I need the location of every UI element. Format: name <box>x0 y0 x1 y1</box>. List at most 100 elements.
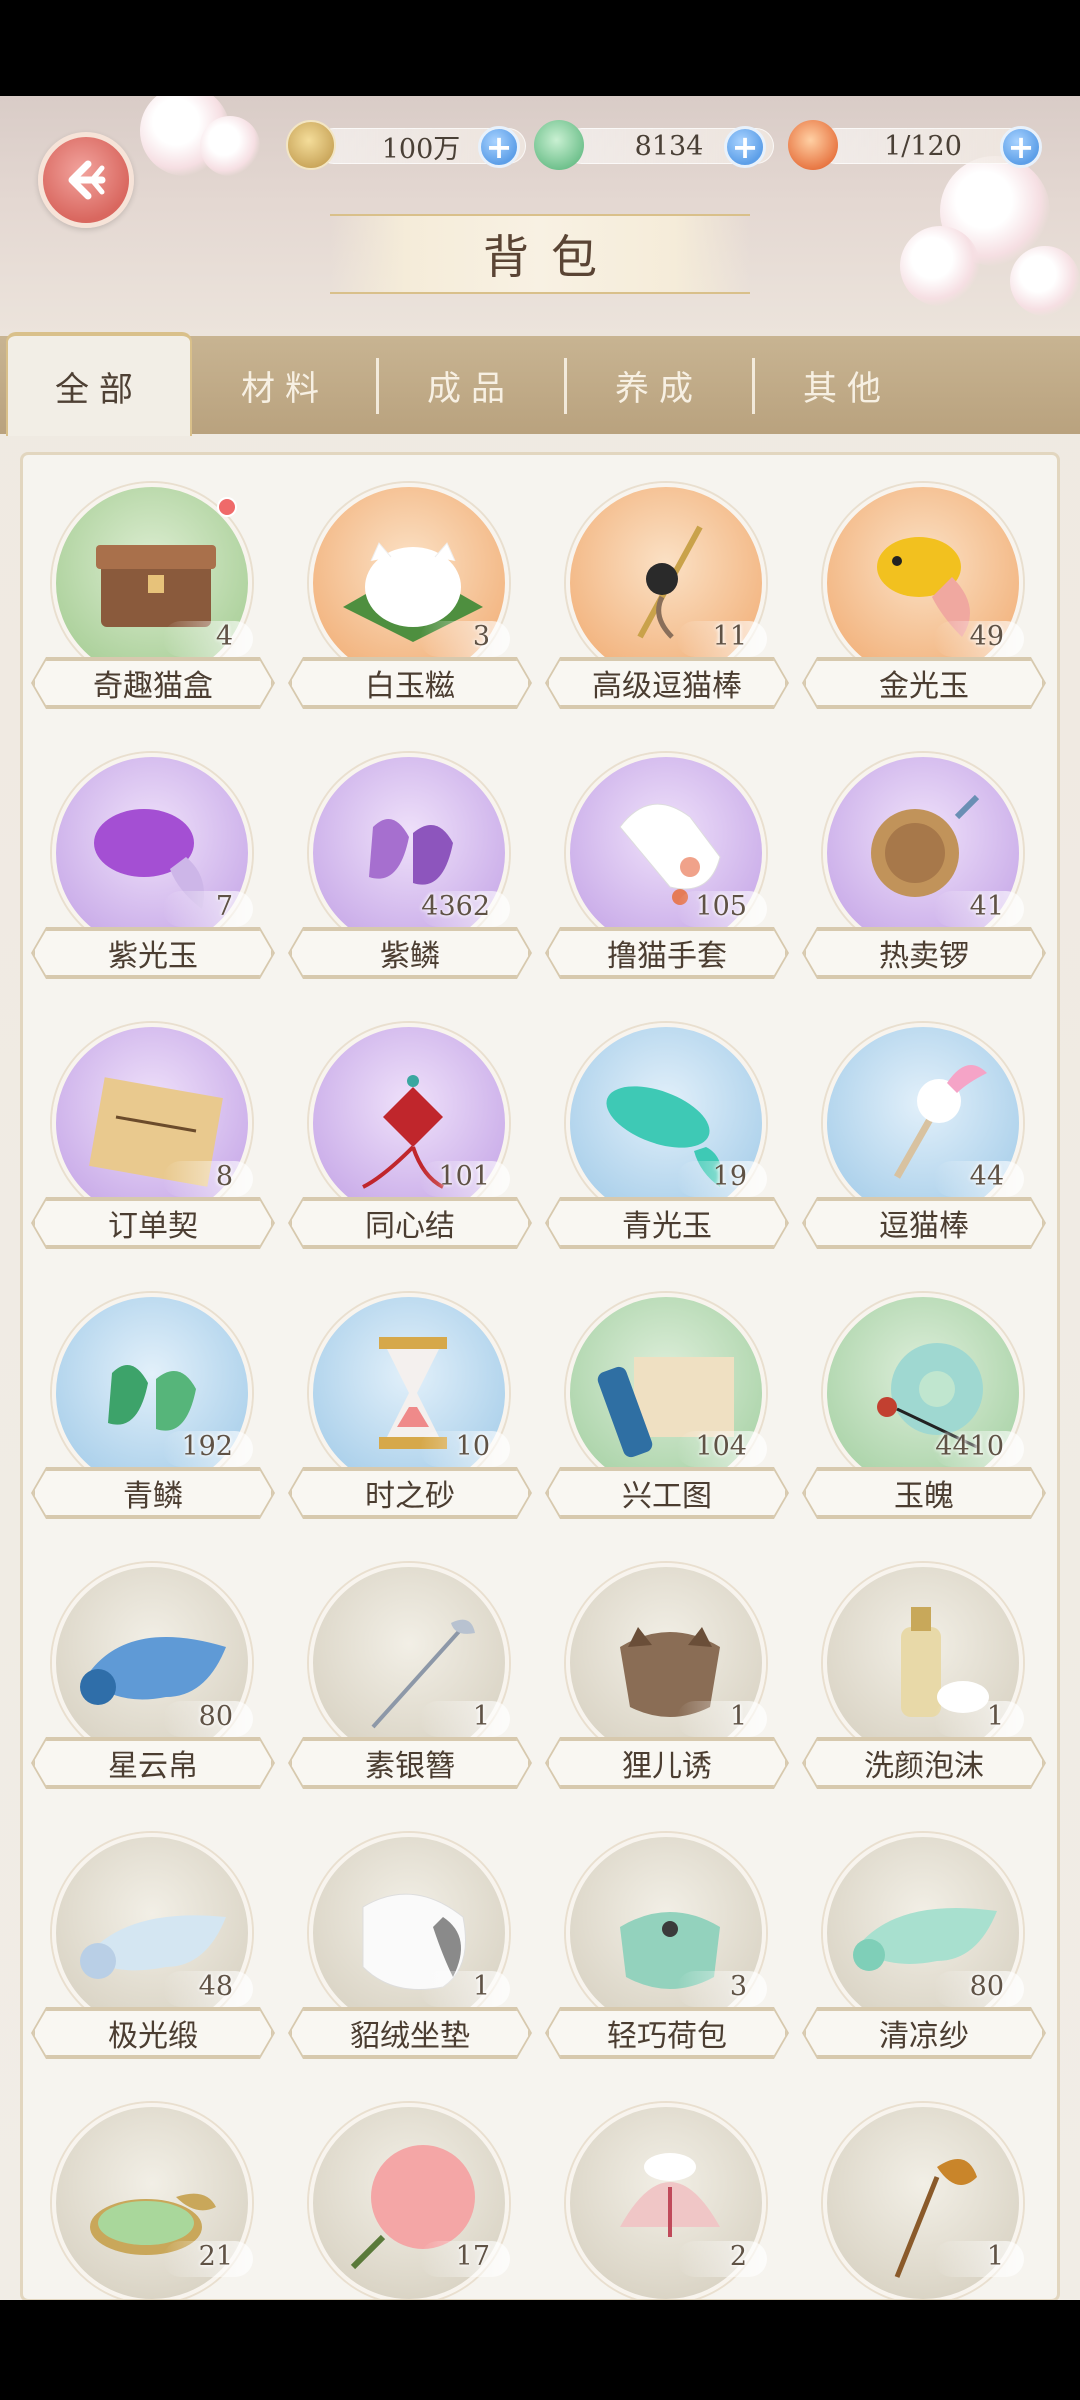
item-count: 1 <box>986 2241 1004 2272</box>
back-button[interactable] <box>38 132 134 228</box>
inventory-item[interactable]: 1 狸儿诱 <box>547 1563 787 1793</box>
inventory-item[interactable]: 105 撸猫手套 <box>547 753 787 983</box>
tab-materials[interactable]: 材料 <box>192 336 378 434</box>
count-backdrop <box>934 1701 1024 1737</box>
item-count: 80 <box>969 1971 1004 2002</box>
item-name: 时之砂 <box>290 1469 530 1517</box>
item-name: 白玉糍 <box>290 659 530 707</box>
arrow-left-icon <box>68 160 106 200</box>
inventory-item[interactable]: 19 青光玉 <box>547 1023 787 1253</box>
item-name: 订单契 <box>33 1199 273 1247</box>
paw-coin-icon <box>286 120 336 170</box>
item-count: 44 <box>969 1161 1004 1192</box>
inventory-item[interactable]: 3 白玉糍 <box>290 483 530 713</box>
inventory-item[interactable]: 8 订单契 <box>33 1023 273 1253</box>
status-bar <box>0 0 1080 96</box>
count-backdrop <box>163 1161 253 1197</box>
item-count: 80 <box>198 1701 233 1732</box>
new-badge-dot <box>217 497 237 517</box>
inventory-item[interactable]: 44 逗猫棒 <box>804 1023 1044 1253</box>
item-count: 3 <box>729 1971 747 2002</box>
item-name: 同心结 <box>290 1199 530 1247</box>
count-backdrop <box>420 1971 510 2007</box>
item-name: 奇趣猫盒 <box>33 659 273 707</box>
inventory-item[interactable]: 4 奇趣猫盒 <box>33 483 273 713</box>
item-name: 星云帛 <box>33 1739 273 1787</box>
inventory-item[interactable]: 1 貂绒坐垫 <box>290 1833 530 2063</box>
item-name: 撸猫手套 <box>547 929 787 977</box>
page-title-plate: 背包 <box>330 214 750 294</box>
stamina-amount: 1/120 <box>818 128 1028 164</box>
tab-nurture[interactable]: 养成 <box>566 336 752 434</box>
add-stamina-button[interactable]: + <box>1000 126 1042 168</box>
item-name: 青鳞 <box>33 1469 273 1517</box>
inventory-item[interactable]: 3 轻巧荷包 <box>547 1833 787 2063</box>
inventory-item[interactable]: 41 热卖锣 <box>804 753 1044 983</box>
inventory-item[interactable]: 1 洗颜泡沫 <box>804 1563 1044 1793</box>
inventory-item[interactable]: 17 <box>290 2103 530 2299</box>
inventory-item[interactable]: 10 时之砂 <box>290 1293 530 1523</box>
count-backdrop <box>163 621 253 657</box>
item-count: 192 <box>181 1431 233 1462</box>
tab-other[interactable]: 其他 <box>754 336 940 434</box>
item-name: 轻巧荷包 <box>547 2009 787 2057</box>
item-name: 狸儿诱 <box>547 1739 787 1787</box>
count-backdrop <box>420 621 510 657</box>
inventory-item[interactable]: 80 清凉纱 <box>804 1833 1044 2063</box>
page-title: 背包 <box>483 230 619 284</box>
item-count: 1 <box>472 1701 490 1732</box>
item-count: 4 <box>215 621 233 652</box>
inventory-item[interactable]: 192 青鳞 <box>33 1293 273 1523</box>
inventory-item[interactable]: 4362 紫鳞 <box>290 753 530 983</box>
item-count: 11 <box>712 621 747 652</box>
inventory-item[interactable]: 104 兴工图 <box>547 1293 787 1523</box>
item-count: 1 <box>986 1701 1004 1732</box>
item-name: 清凉纱 <box>804 2009 1044 2057</box>
blossom-decoration <box>200 116 260 176</box>
inventory-item[interactable]: 1 素银簪 <box>290 1563 530 1793</box>
item-count: 105 <box>695 891 747 922</box>
add-gem-button[interactable]: + <box>724 126 766 168</box>
item-name: 紫光玉 <box>33 929 273 977</box>
item-count: 48 <box>198 1971 233 2002</box>
count-backdrop <box>934 2241 1024 2277</box>
inventory-item[interactable]: 48 极光缎 <box>33 1833 273 2063</box>
item-name: 高级逗猫棒 <box>547 659 787 707</box>
tab-products[interactable]: 成品 <box>378 336 564 434</box>
item-count: 21 <box>198 2241 233 2272</box>
count-backdrop <box>677 2241 767 2277</box>
tab-all[interactable]: 全部 <box>6 332 192 436</box>
inventory-item[interactable]: 1 <box>804 2103 1044 2299</box>
item-count: 1 <box>472 1971 490 2002</box>
item-count: 104 <box>695 1431 747 1462</box>
green-gem-icon <box>534 120 584 170</box>
inventory-item[interactable]: 21 <box>33 2103 273 2299</box>
item-count: 2 <box>729 2241 747 2272</box>
item-count: 19 <box>712 1161 747 1192</box>
inventory-item[interactable]: 49 金光玉 <box>804 483 1044 713</box>
inventory-item[interactable]: 7 紫光玉 <box>33 753 273 983</box>
inventory-item[interactable]: 101 同心结 <box>290 1023 530 1253</box>
item-count: 17 <box>455 2241 490 2272</box>
inventory-item[interactable]: 4410 玉魄 <box>804 1293 1044 1523</box>
item-name: 洗颜泡沫 <box>804 1739 1044 1787</box>
inventory-item[interactable]: 2 <box>547 2103 787 2299</box>
item-count: 1 <box>729 1701 747 1732</box>
inventory-screen: 100万 + 8134 + 1/120 + 背包 全部 材料 成品 养成 其他 … <box>0 96 1080 2300</box>
item-count: 4362 <box>421 891 490 922</box>
item-name: 兴工图 <box>547 1469 787 1517</box>
blossom-decoration <box>900 226 980 306</box>
inventory-item[interactable]: 11 高级逗猫棒 <box>547 483 787 713</box>
add-coin-button[interactable]: + <box>478 126 520 168</box>
item-count: 7 <box>215 891 233 922</box>
item-count: 4410 <box>935 1431 1004 1462</box>
item-name: 貂绒坐垫 <box>290 2009 530 2057</box>
count-backdrop <box>677 1701 767 1737</box>
category-tabs: 全部 材料 成品 养成 其他 <box>0 332 1080 436</box>
inventory-item[interactable]: 80 星云帛 <box>33 1563 273 1793</box>
header: 100万 + 8134 + 1/120 + 背包 <box>0 96 1080 336</box>
count-backdrop <box>163 891 253 927</box>
item-count: 8 <box>215 1161 233 1192</box>
item-count: 41 <box>969 891 1004 922</box>
item-name: 紫鳞 <box>290 929 530 977</box>
